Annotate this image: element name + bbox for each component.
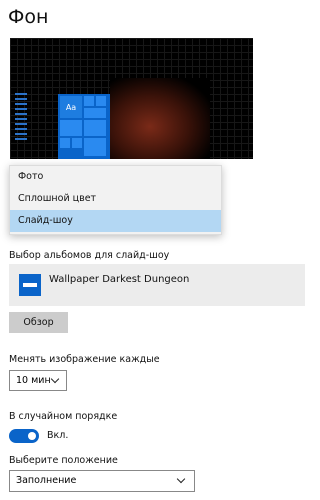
fit-value: Заполнение xyxy=(16,475,77,486)
option-solid-color[interactable]: Сплошной цвет xyxy=(10,188,221,210)
shuffle-toggle[interactable] xyxy=(9,429,39,443)
preview-taskbar xyxy=(14,90,28,159)
preview-wallpaper-art xyxy=(110,78,210,159)
shuffle-label: В случайном порядке xyxy=(9,411,118,422)
fit-label: Выберите положение xyxy=(9,455,118,466)
option-photo[interactable]: Фото xyxy=(10,166,221,188)
interval-label: Менять изображение каждые xyxy=(9,354,160,365)
albums-label: Выбор альбомов для слайд-шоу xyxy=(9,250,170,261)
interval-select[interactable]: 10 мин xyxy=(9,370,67,391)
page-title: Фон xyxy=(8,6,49,28)
preview-tile-aa: Aa xyxy=(60,96,82,118)
album-name: Wallpaper Darkest Dungeon xyxy=(49,274,190,285)
option-slideshow[interactable]: Слайд-шоу xyxy=(10,210,221,232)
background-preview: Aa xyxy=(10,38,253,159)
preview-start-tiles: Aa xyxy=(58,94,110,159)
toggle-knob xyxy=(28,432,36,440)
fit-select[interactable]: Заполнение xyxy=(9,470,195,492)
shuffle-state-label: Вкл. xyxy=(47,430,69,441)
background-type-dropdown[interactable]: Фото Сплошной цвет Слайд-шоу xyxy=(9,165,222,235)
album-icon xyxy=(19,274,41,296)
album-item[interactable]: Wallpaper Darkest Dungeon xyxy=(9,264,305,306)
browse-button[interactable]: Обзор xyxy=(9,312,68,333)
interval-value: 10 мин xyxy=(16,375,51,386)
chevron-down-icon xyxy=(176,474,186,484)
chevron-down-icon xyxy=(50,374,60,384)
